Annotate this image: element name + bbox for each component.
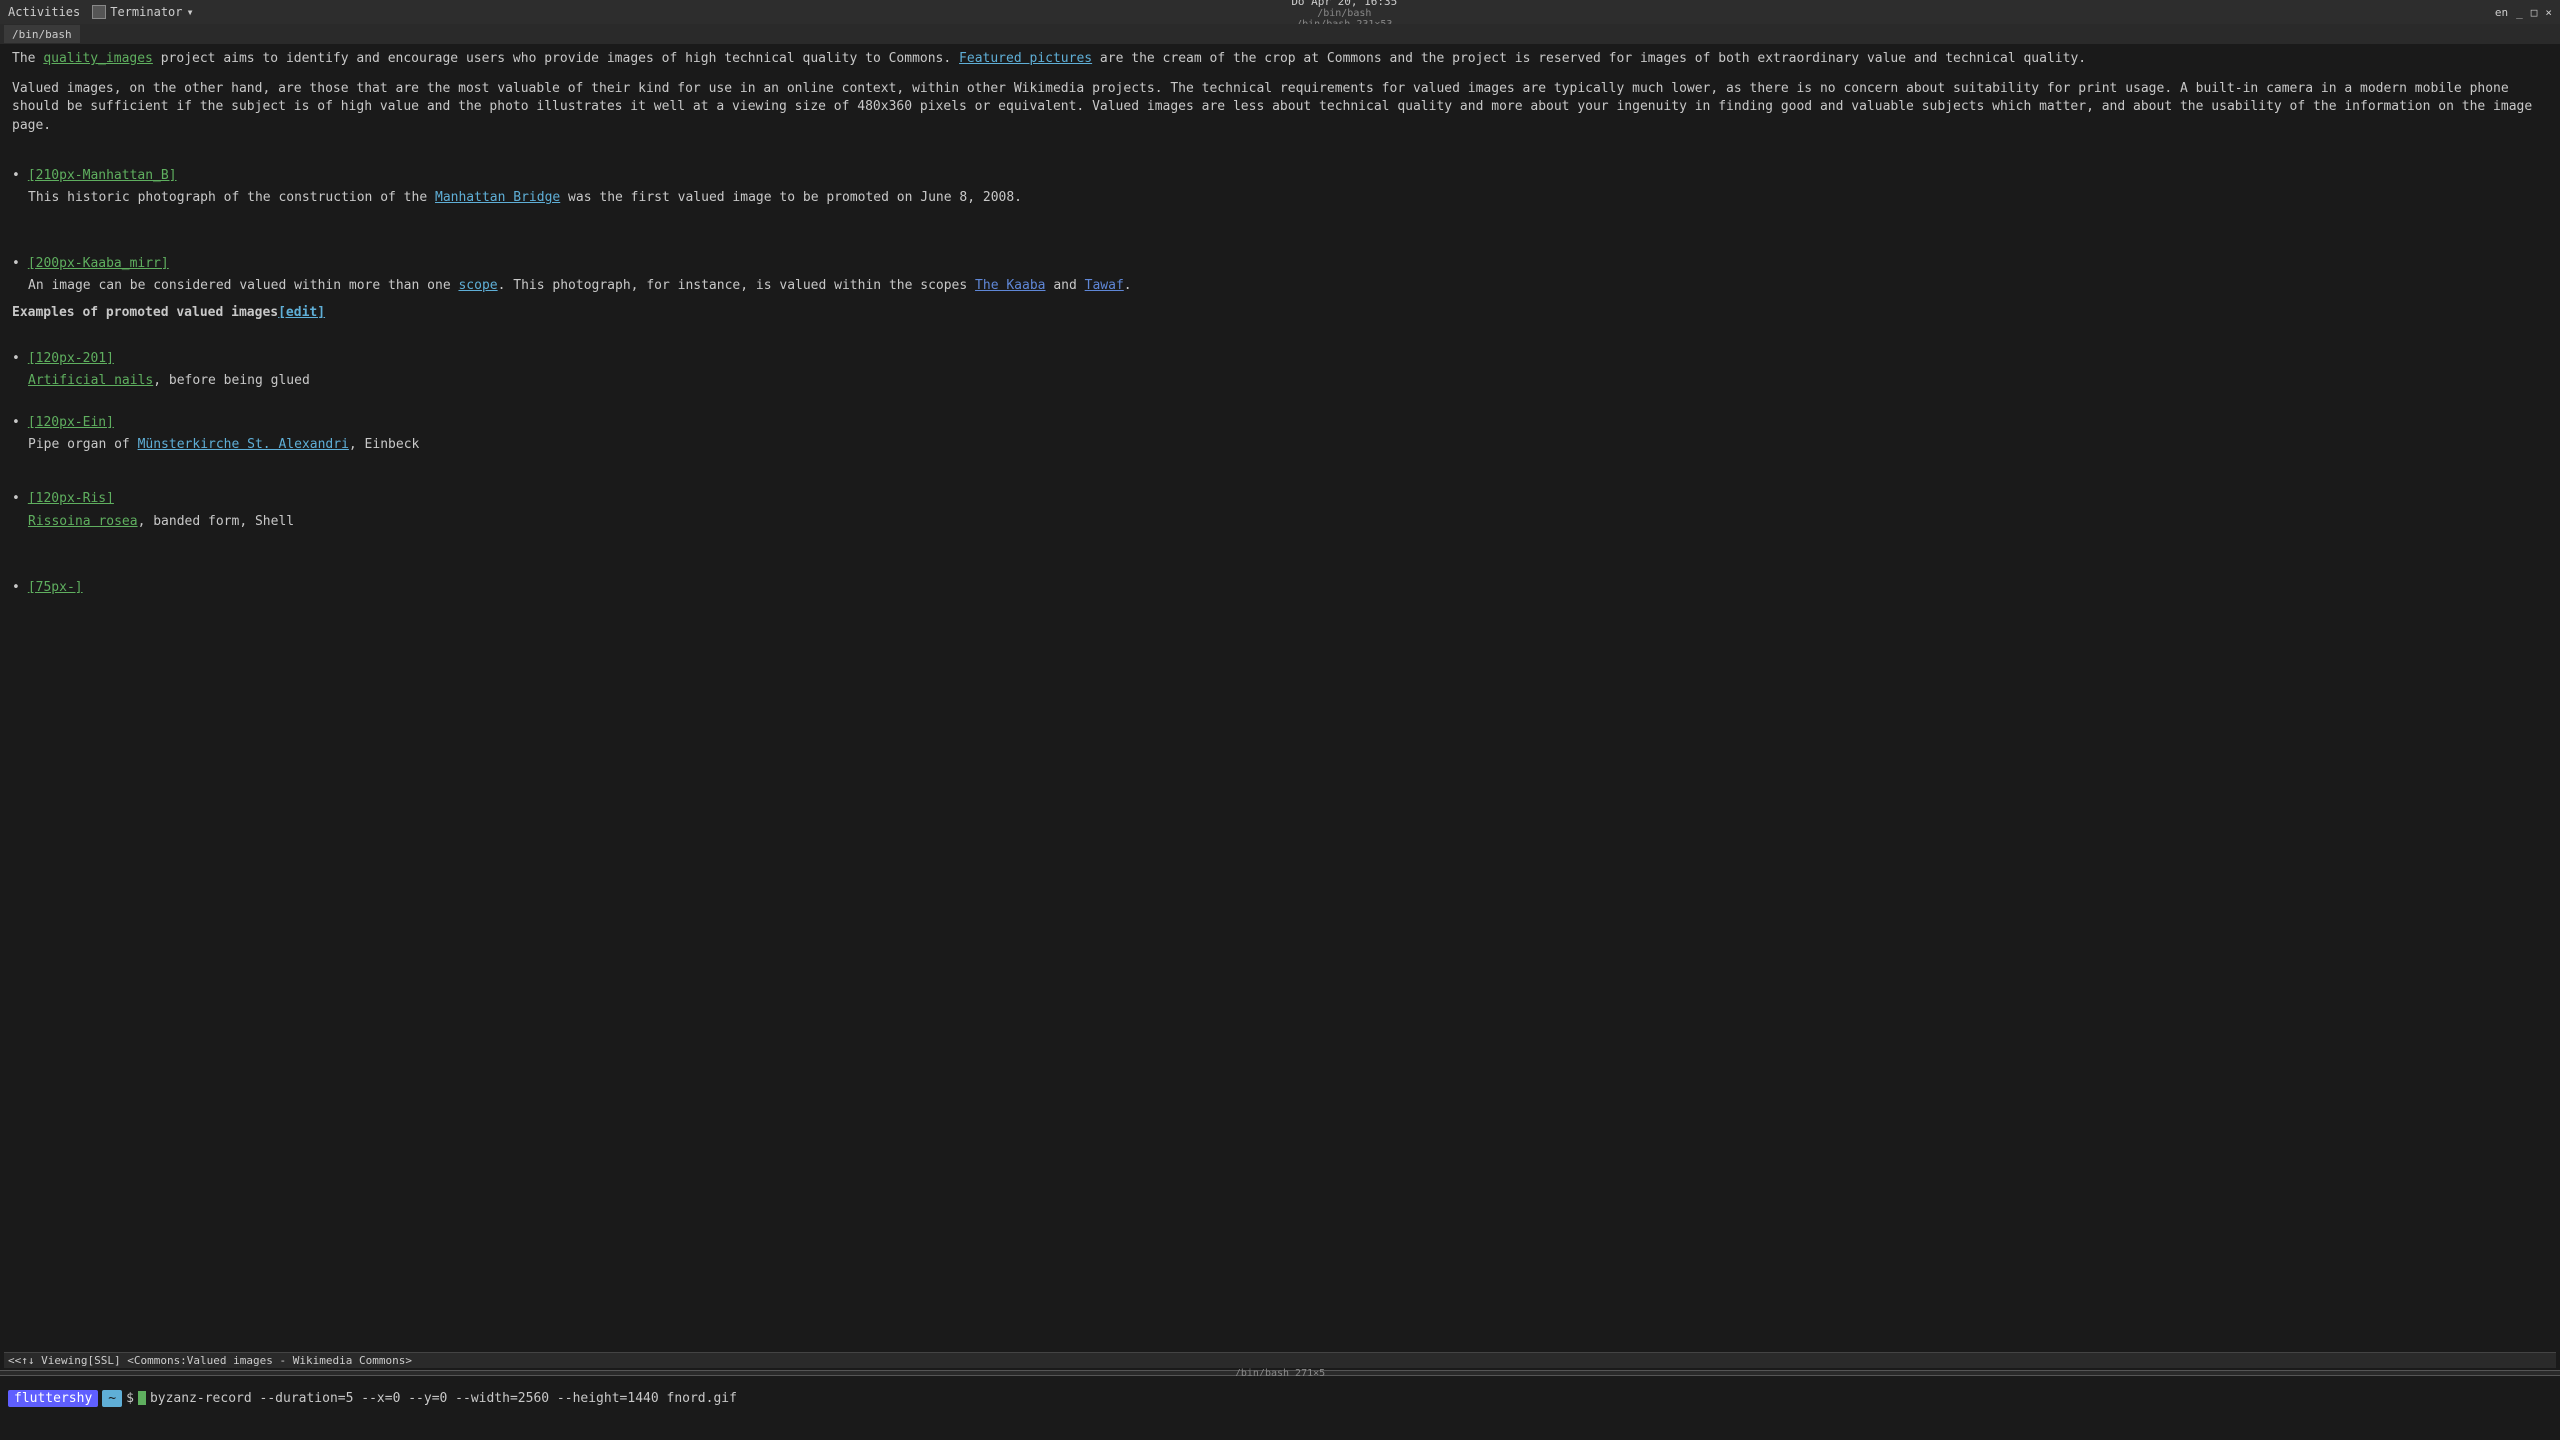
item-ein-desc: Pipe organ of Münsterkirche St. Alexandr… [28, 436, 2548, 454]
bullet-p3: • [12, 490, 20, 508]
artificial-nails-link[interactable]: Artificial nails [28, 373, 153, 388]
item-ris-desc: Rissoina rosea, banded form, Shell [28, 513, 2548, 531]
list-item-2: • [200px-Kaaba_mirr] [12, 255, 2548, 273]
intro-text-2: project aims to identify and encourage u… [153, 51, 959, 66]
terminator-label: Terminator [110, 5, 182, 19]
shell-info: /bin/bash [1317, 8, 1371, 19]
bottom-pane-content: fluttershy ~ $ byzanz-record --duration=… [0, 1376, 2560, 1420]
section-edit-link[interactable]: [edit] [278, 305, 325, 320]
bottom-terminal-pane[interactable]: fluttershy ~ $ byzanz-record --duration=… [0, 1376, 2560, 1420]
munsterkirche-link[interactable]: Münsterkirche St. Alexandri [138, 437, 349, 452]
promoted-list-item-3: • [120px-Ris] [12, 490, 2548, 508]
manhattan-desc-text-2: was the first valued image to be promote… [560, 190, 1022, 205]
item-201-desc-text: , before being glued [153, 373, 310, 388]
bullet-p1: • [12, 350, 20, 368]
bullet-1: • [12, 167, 20, 185]
main-content: The quality_images project aims to ident… [4, 46, 2556, 1352]
manhattan-desc: This historic photograph of the construc… [28, 189, 2548, 207]
prompt-line: fluttershy ~ $ byzanz-record --duration=… [8, 1390, 737, 1407]
datetime-display: Do Apr 20, 16:35 [1291, 0, 1397, 8]
intro-paragraph: The quality_images project aims to ident… [12, 50, 2548, 68]
bullet-p2: • [12, 414, 20, 432]
prompt-command: byzanz-record --duration=5 --x=0 --y=0 -… [150, 1391, 737, 1406]
item-120px-ein-link[interactable]: [120px-Ein] [28, 414, 114, 432]
browser-pane: The quality_images project aims to ident… [0, 44, 2560, 1370]
list-item-1: • [210px-Manhattan_B] [12, 167, 2548, 185]
prompt-dollar: $ [126, 1391, 134, 1406]
manhattan-desc-text-1: This historic photograph of the construc… [28, 190, 435, 205]
prompt-username: fluttershy [8, 1390, 98, 1407]
terminator-dropdown-icon: ▾ [187, 5, 194, 19]
item-ein-desc-text-2: , Einbeck [349, 437, 419, 452]
kaaba-desc-text-1: An image can be considered valued within… [28, 278, 458, 293]
item-201-desc: Artificial nails, before being glued [28, 372, 2548, 390]
activities-button[interactable]: Activities [8, 5, 80, 19]
valued-images-paragraph: Valued images, on the other hand, are th… [12, 80, 2548, 135]
bullet-2: • [12, 255, 20, 273]
item-120px-201-link[interactable]: [120px-201] [28, 350, 114, 368]
lang-indicator: en [2495, 6, 2508, 19]
featured-pictures-link[interactable]: Featured pictures [959, 51, 1092, 66]
rissoina-rosea-link[interactable]: Rissoina rosea [28, 514, 138, 529]
kaaba-image-link[interactable]: [200px-Kaaba_mirr] [28, 255, 169, 273]
kaaba-desc-text-3: and [1046, 278, 1085, 293]
quality-images-link[interactable]: quality_images [43, 51, 153, 66]
terminal-tab-bar: /bin/bash [0, 24, 2560, 44]
tawaf-link[interactable]: Tawaf [1085, 278, 1124, 293]
kaaba-link[interactable]: The Kaaba [975, 278, 1045, 293]
prompt-cursor [138, 1391, 146, 1405]
item-ris-desc-text: , banded form, Shell [138, 514, 295, 529]
promoted-list-item-2: • [120px-Ein] [12, 414, 2548, 432]
kaaba-desc-text-4: . [1124, 278, 1132, 293]
top-bar-left: Activities Terminator ▾ [8, 5, 194, 19]
prompt-path: ~ [102, 1390, 122, 1407]
minimize-button[interactable]: _ [2516, 6, 2523, 19]
kaaba-desc: An image can be considered valued within… [28, 277, 2548, 295]
terminal-app-icon [92, 5, 106, 19]
bullet-p4: • [12, 579, 20, 597]
item-75px-link[interactable]: [75px-] [28, 579, 83, 597]
browser-status-bar: <<↑↓ Viewing[SSL] <Commons:Valued images… [4, 1352, 2556, 1368]
intro-text-3: are the cream of the crop at Commons and… [1092, 51, 2086, 66]
terminal-tab-1[interactable]: /bin/bash [4, 25, 80, 43]
terminator-menu[interactable]: Terminator ▾ [92, 5, 193, 19]
pane-divider-label: /bin/bash 271×5 [0, 1371, 2560, 1375]
scope-link[interactable]: scope [458, 278, 497, 293]
manhattan-image-link[interactable]: [210px-Manhattan_B] [28, 167, 177, 185]
extra-bottom-space [0, 1420, 2560, 1440]
intro-text-1: The [12, 51, 43, 66]
maximize-button[interactable]: □ [2531, 6, 2538, 19]
promoted-list-item-4: • [75px-] [12, 579, 2548, 597]
kaaba-desc-text-2: . This photograph, for instance, is valu… [498, 278, 975, 293]
section-heading: Examples of promoted valued images[edit] [12, 304, 2548, 322]
item-ein-desc-text-1: Pipe organ of [28, 437, 138, 452]
top-bar: Activities Terminator ▾ Do Apr 20, 16:35… [0, 0, 2560, 24]
item-120px-ris-link[interactable]: [120px-Ris] [28, 490, 114, 508]
section-heading-text: Examples of promoted valued images [12, 305, 278, 320]
promoted-list-item-1: • [120px-201] [12, 350, 2548, 368]
top-bar-right: en _ □ × [2495, 6, 2552, 19]
manhattan-bridge-link[interactable]: Manhattan Bridge [435, 190, 560, 205]
terminal-window: /bin/bash The quality_images project aim… [0, 24, 2560, 1440]
status-bar-text: <<↑↓ Viewing[SSL] <Commons:Valued images… [8, 1354, 412, 1367]
close-button[interactable]: × [2545, 6, 2552, 19]
